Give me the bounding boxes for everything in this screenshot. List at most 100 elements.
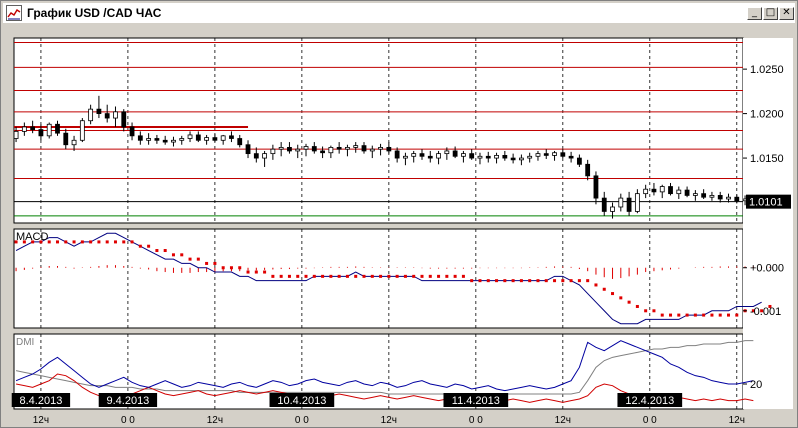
- macd-signal-dot: [503, 279, 507, 283]
- candle-body: [535, 153, 541, 157]
- macd-signal-dot: [536, 279, 540, 283]
- macd-signal-dot: [362, 274, 366, 278]
- macd-signal-dot: [718, 313, 722, 317]
- macd-signal-dot: [163, 249, 167, 253]
- candle-body: [88, 108, 94, 122]
- macd-signal-dot: [147, 244, 151, 248]
- candle: [79, 118, 85, 143]
- chart-area[interactable]: 1.0250 1.0200 1.0150 1.0101 MACD +0.000 -0.001…: [1, 23, 797, 427]
- date-label: 9.4.2013: [106, 395, 149, 407]
- candle-body: [262, 153, 267, 159]
- candle-body: [502, 155, 508, 159]
- candle-body: [717, 195, 723, 200]
- candle-body: [229, 135, 234, 139]
- time-tick-label: 12ч: [33, 415, 49, 426]
- macd-tick-label: +0.000: [750, 263, 784, 275]
- macd-signal-dot: [437, 274, 441, 278]
- time-tick-label: 0 0: [643, 415, 657, 426]
- candle-body: [585, 163, 591, 177]
- candle-body: [734, 196, 740, 202]
- candle-body: [287, 146, 292, 152]
- macd-signal-dot: [461, 274, 465, 278]
- candle-body: [328, 146, 334, 154]
- title-bar[interactable]: График USD /CAD ЧАС _ □ ✕: [3, 3, 795, 23]
- minimize-button[interactable]: _: [747, 7, 762, 20]
- macd-signal-dot: [478, 279, 482, 283]
- candle-body: [676, 189, 682, 195]
- window-title: График USD /CAD ЧАС: [27, 6, 162, 20]
- macd-signal-dot: [403, 274, 407, 278]
- macd-signal-dot: [271, 274, 275, 278]
- macd-signal-dot: [635, 304, 639, 308]
- macd-signal-dot: [486, 279, 490, 283]
- candle-body: [237, 138, 243, 146]
- macd-signal-dot: [387, 274, 391, 278]
- candle-body: [21, 126, 27, 132]
- macd-signal-dot: [702, 313, 706, 317]
- macd-signal-dot: [553, 279, 557, 283]
- macd-signal-dot: [287, 274, 291, 278]
- macd-signal-dot: [644, 309, 648, 313]
- macd-signal-dot: [370, 274, 374, 278]
- candle-body: [519, 157, 524, 161]
- close-button[interactable]: ✕: [779, 7, 794, 20]
- macd-signal-dot: [528, 279, 532, 283]
- candle-body: [137, 135, 143, 141]
- macd-signal-dot: [105, 240, 109, 244]
- candle: [46, 122, 52, 139]
- macd-signal-dot: [72, 240, 76, 244]
- candle-body: [278, 146, 284, 150]
- macd-signal-dot: [180, 253, 184, 257]
- candle-body: [427, 155, 433, 159]
- macd-signal-dot: [602, 287, 606, 291]
- candle-body: [494, 155, 499, 159]
- dmi-tick-label: 20: [750, 379, 762, 391]
- candle-body: [113, 111, 118, 119]
- candle-body: [568, 155, 574, 159]
- macd-signal-dot: [229, 266, 233, 270]
- macd-signal-dot: [652, 309, 656, 313]
- macd-signal-dot: [470, 279, 474, 283]
- macd-signal-dot: [586, 279, 590, 283]
- macd-signal-dot: [263, 270, 267, 274]
- candle-body: [477, 155, 483, 159]
- macd-signal-dot: [246, 270, 250, 274]
- candle-body: [336, 146, 342, 150]
- macd-signal-dot: [196, 257, 200, 261]
- macd-signal-dot: [238, 266, 242, 270]
- macd-signal-dot: [669, 313, 673, 317]
- macd-signal-dot: [97, 240, 101, 244]
- macd-signal-dot: [345, 274, 349, 278]
- macd-panel: [13, 228, 744, 329]
- time-tick-label: 12ч: [729, 415, 745, 426]
- macd-signal-dot: [254, 270, 258, 274]
- candle-body: [96, 108, 102, 115]
- macd-signal-dot: [412, 274, 416, 278]
- candle-body: [593, 175, 599, 199]
- time-tick-label: 0 0: [121, 415, 135, 426]
- time-tick-label: 0 0: [469, 415, 483, 426]
- macd-signal-dot: [727, 313, 731, 317]
- candle-body: [394, 150, 400, 159]
- candle-body: [369, 148, 375, 152]
- candle-body: [79, 120, 85, 141]
- candle-body: [436, 153, 441, 159]
- candle-body: [320, 150, 325, 154]
- macd-signal-dot: [544, 279, 548, 283]
- maximize-button[interactable]: □: [763, 7, 778, 20]
- macd-signal-dot: [710, 313, 714, 317]
- candle-body: [726, 196, 731, 200]
- candle-body: [38, 129, 44, 137]
- candle-body: [195, 134, 201, 141]
- candle-body: [13, 130, 19, 139]
- candle-body: [154, 138, 160, 141]
- candle-body: [55, 123, 60, 134]
- candle-body: [560, 152, 566, 157]
- candle-body: [353, 145, 359, 148]
- candle-body: [171, 139, 176, 143]
- macd-title: MACD: [16, 231, 48, 243]
- candle-body: [295, 148, 301, 152]
- candle-body: [30, 126, 36, 131]
- time-tick-label: 12ч: [381, 415, 397, 426]
- candle-body: [552, 152, 557, 156]
